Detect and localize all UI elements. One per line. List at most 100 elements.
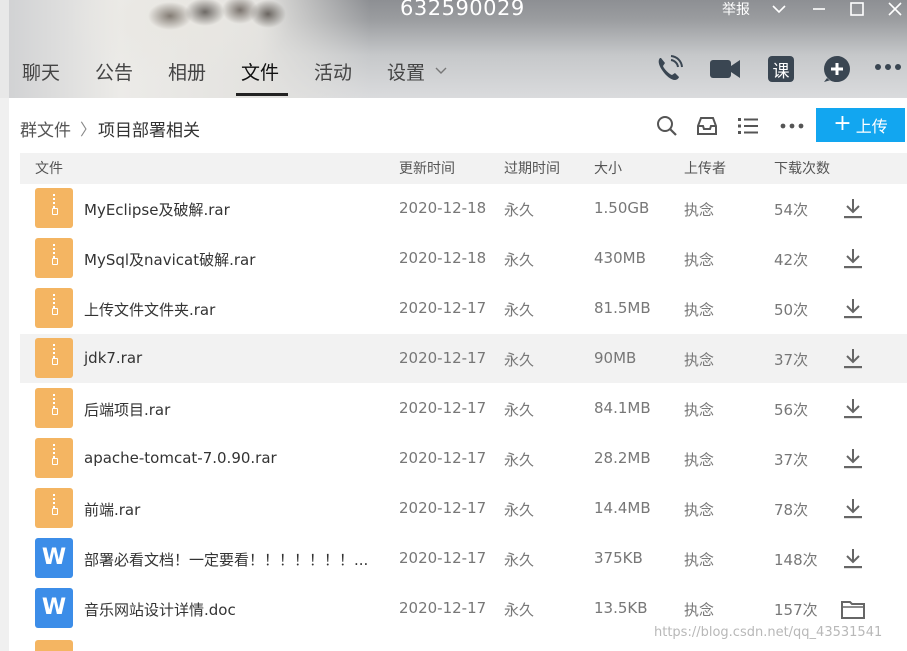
- plus-icon: +: [833, 111, 852, 136]
- active-tab-indicator: [236, 93, 288, 96]
- updated-date: 2020-12-17: [399, 449, 487, 467]
- expire-time: 永久: [504, 401, 535, 419]
- file-name: 后端项目.rar: [84, 401, 171, 419]
- uploader-name: 执念: [684, 551, 715, 569]
- word-doc-icon: W: [35, 538, 73, 578]
- breadcrumb-root[interactable]: 群文件: [20, 116, 71, 141]
- tab-album[interactable]: 相册: [168, 58, 206, 85]
- download-count: 50次: [774, 301, 809, 319]
- minimize-icon[interactable]: [808, 0, 830, 20]
- uploader-name: 执念: [684, 251, 715, 269]
- file-size: 14.4MB: [594, 499, 651, 517]
- rar-file-icon: [35, 288, 73, 328]
- tab-activity[interactable]: 活动: [314, 58, 352, 85]
- download-icon[interactable]: [840, 296, 866, 322]
- expire-time: 永久: [504, 551, 535, 569]
- rar-file-icon: [35, 388, 73, 428]
- report-link[interactable]: 举报: [722, 0, 750, 19]
- table-row[interactable]: 前端.rar 2020-12-17 永久 14.4MB 执念 78次: [20, 484, 907, 533]
- table-row[interactable]: MyEclipse及破解.rar 2020-12-18 永久 1.50GB 执念 54次: [20, 184, 907, 233]
- upload-button[interactable]: + 上传: [816, 108, 905, 142]
- breadcrumb-current-folder: 项目部署相关: [98, 121, 200, 141]
- table-row[interactable]: MySql及navicat破解.rar 2020-12-18 永久 430MB 执念 42…: [20, 234, 907, 283]
- course-icon[interactable]: 课: [767, 54, 797, 84]
- table-row[interactable]: jdk7.rar 2020-12-17 永久 90MB 执念 37次: [20, 334, 907, 383]
- uploader-name: 执念: [684, 201, 715, 219]
- maximize-icon[interactable]: [846, 0, 868, 20]
- column-header-updated[interactable]: 更新时间: [399, 158, 455, 178]
- download-icon[interactable]: [840, 446, 866, 472]
- rar-file-icon: [35, 238, 73, 278]
- tab-files[interactable]: 文件: [241, 58, 279, 85]
- column-header-downloads[interactable]: 下载次数: [774, 158, 830, 178]
- expire-time: 永久: [504, 251, 535, 269]
- folder-icon[interactable]: [840, 596, 866, 622]
- file-size: 90MB: [594, 349, 637, 367]
- column-header-expire[interactable]: 过期时间: [504, 158, 560, 178]
- uploader-name: 执念: [684, 351, 715, 369]
- file-size: 81.5MB: [594, 299, 651, 317]
- rar-file-icon: [35, 438, 73, 478]
- download-count: 37次: [774, 351, 809, 369]
- download-icon[interactable]: [840, 246, 866, 272]
- updated-date: 2020-12-18: [399, 249, 487, 267]
- column-header-uploader[interactable]: 上传者: [684, 158, 726, 178]
- add-chat-icon[interactable]: [822, 54, 852, 84]
- rar-file-icon: [35, 338, 73, 378]
- tab-announcement[interactable]: 公告: [95, 58, 133, 85]
- uploader-name: 执念: [684, 501, 715, 519]
- download-count: 42次: [774, 251, 809, 269]
- expire-time: 永久: [504, 201, 535, 219]
- more-icon[interactable]: [873, 54, 903, 84]
- chevron-down-icon[interactable]: [434, 63, 448, 82]
- video-call-icon[interactable]: [709, 54, 740, 84]
- dropdown-chevron-icon[interactable]: [768, 0, 790, 20]
- file-size: 1.50GB: [594, 199, 650, 217]
- file-size: 84.1MB: [594, 399, 651, 417]
- uploader-name: 执念: [684, 451, 715, 469]
- upload-button-label: 上传: [855, 117, 888, 136]
- download-icon[interactable]: [840, 196, 866, 222]
- expire-time: 永久: [504, 351, 535, 369]
- column-header-size[interactable]: 大小: [594, 158, 622, 178]
- table-row[interactable]: 上传文件文件夹.rar 2020-12-17 永久 81.5MB 执念 50次: [20, 284, 907, 333]
- tab-settings[interactable]: 设置: [387, 58, 425, 85]
- file-name: jdk7.rar: [84, 349, 143, 367]
- close-icon[interactable]: [884, 0, 906, 20]
- file-name: MySql及navicat破解.rar: [84, 251, 256, 269]
- file-size: 375KB: [594, 549, 643, 567]
- table-row[interactable]: apache-tomcat-7.0.90.rar 2020-12-17 永久 28.2…: [20, 434, 907, 483]
- updated-date: 2020-12-17: [399, 349, 487, 367]
- group-id-title: 632590029: [400, 0, 525, 20]
- download-icon[interactable]: [840, 346, 866, 372]
- expire-time: 永久: [504, 301, 535, 319]
- tab-chat[interactable]: 聊天: [22, 58, 60, 85]
- word-doc-icon: W: [35, 588, 73, 628]
- download-icon[interactable]: [840, 546, 866, 572]
- file-size: 430MB: [594, 249, 646, 267]
- inbox-icon[interactable]: [695, 114, 719, 138]
- background-window-edge: [0, 0, 9, 98]
- expire-time: 永久: [504, 451, 535, 469]
- search-icon[interactable]: [655, 114, 679, 138]
- rar-file-icon: [35, 188, 73, 228]
- svg-text:课: 课: [773, 62, 790, 82]
- table-row[interactable]: W 部署必看文档！一定要看！！！！！！！... 2020-12-17 永久 375KB 执…: [20, 534, 907, 583]
- uploader-name: 执念: [684, 401, 715, 419]
- file-name: 音乐网站设计详情.doc: [84, 601, 236, 619]
- updated-date: 2020-12-17: [399, 499, 487, 517]
- download-icon[interactable]: [840, 496, 866, 522]
- download-count: 37次: [774, 451, 809, 469]
- updated-date: 2020-12-17: [399, 599, 487, 617]
- uploader-name: 执念: [684, 301, 715, 319]
- expire-time: 永久: [504, 501, 535, 519]
- more-options-icon[interactable]: [779, 114, 804, 138]
- download-icon[interactable]: [840, 396, 866, 422]
- rar-file-icon: [35, 640, 73, 651]
- table-row[interactable]: 后端项目.rar 2020-12-17 永久 84.1MB 执念 56次: [20, 384, 907, 433]
- phone-call-icon[interactable]: [654, 54, 684, 84]
- file-name: 上传文件文件夹.rar: [84, 301, 216, 319]
- list-view-icon[interactable]: [736, 114, 760, 138]
- column-header-file[interactable]: 文件: [35, 158, 63, 178]
- download-count: 56次: [774, 401, 809, 419]
